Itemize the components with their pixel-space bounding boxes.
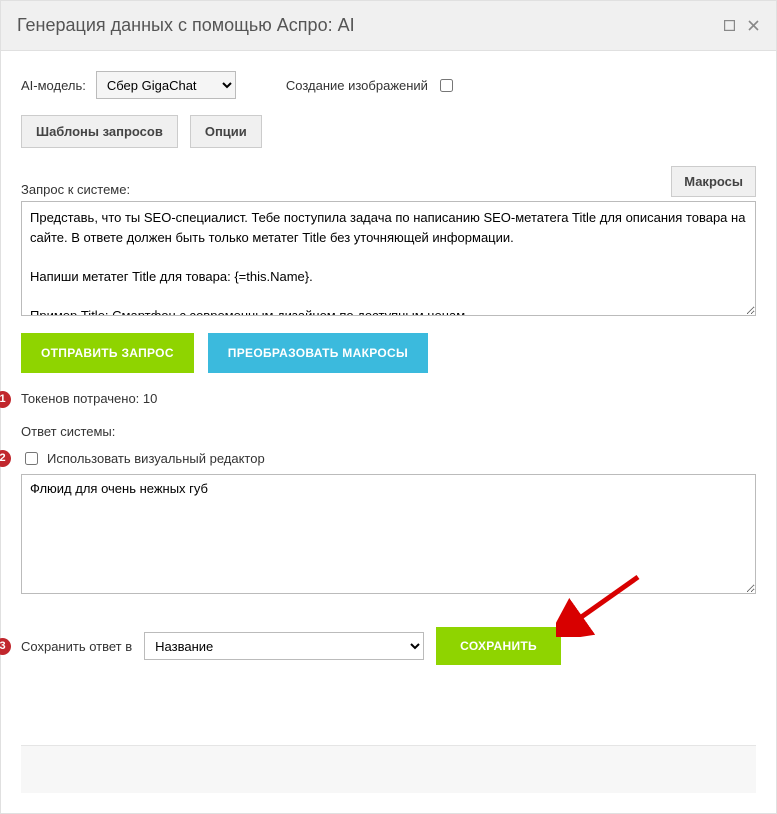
badge-2: 2 (0, 450, 11, 467)
badge-1: 1 (0, 391, 11, 408)
image-gen-checkbox[interactable] (440, 79, 453, 92)
ai-dialog: Генерация данных с помощью Аспро: AI AI-… (0, 0, 777, 814)
template-option-row: Шаблоны запросов Опции (21, 115, 756, 148)
response-textarea[interactable]: Флюид для очень нежных губ (21, 474, 756, 594)
maximize-icon[interactable] (722, 19, 736, 33)
save-button[interactable]: СОХРАНИТЬ (436, 627, 561, 665)
send-request-button[interactable]: ОТПРАВИТЬ ЗАПРОС (21, 333, 194, 373)
transform-macros-button[interactable]: ПРЕОБРАЗОВАТЬ МАКРОСЫ (208, 333, 428, 373)
tokens-value: 10 (143, 391, 157, 406)
model-select[interactable]: Сбер GigaChat (96, 71, 236, 99)
image-gen-label: Создание изображений (286, 78, 428, 93)
image-gen-group: Создание изображений (286, 76, 456, 95)
tokens-row: 1 Токенов потрачено: 10 (21, 391, 756, 406)
visual-editor-row: 2 Использовать визуальный редактор (21, 449, 756, 468)
save-to-select[interactable]: Название (144, 632, 424, 660)
system-query-textarea[interactable]: Представь, что ты SEO-специалист. Тебе п… (21, 201, 756, 316)
tokens-label: Токенов потрачено: (21, 391, 139, 406)
query-label: Запрос к системе: (21, 182, 130, 197)
response-label: Ответ системы: (21, 424, 756, 439)
close-icon[interactable] (746, 19, 760, 33)
query-label-row: Запрос к системе: Макросы (21, 166, 756, 197)
model-label: AI-модель: (21, 78, 86, 93)
macros-button[interactable]: Макросы (671, 166, 756, 197)
dialog-body: AI-модель: Сбер GigaChat Создание изобра… (1, 51, 776, 813)
visual-editor-label: Использовать визуальный редактор (47, 451, 265, 466)
header-icons (722, 19, 760, 33)
dialog-header: Генерация данных с помощью Аспро: AI (1, 1, 776, 51)
save-to-label: Сохранить ответ в (21, 639, 132, 654)
model-row: AI-модель: Сбер GigaChat Создание изобра… (21, 71, 756, 99)
save-row: 3 Сохранить ответ в Название СОХРАНИТЬ (21, 627, 756, 665)
dialog-title: Генерация данных с помощью Аспро: AI (17, 15, 355, 36)
badge-3: 3 (0, 638, 11, 655)
action-row: ОТПРАВИТЬ ЗАПРОС ПРЕОБРАЗОВАТЬ МАКРОСЫ (21, 333, 756, 373)
templates-button[interactable]: Шаблоны запросов (21, 115, 178, 148)
dialog-footer (21, 745, 756, 793)
visual-editor-checkbox[interactable] (25, 452, 38, 465)
options-button[interactable]: Опции (190, 115, 262, 148)
